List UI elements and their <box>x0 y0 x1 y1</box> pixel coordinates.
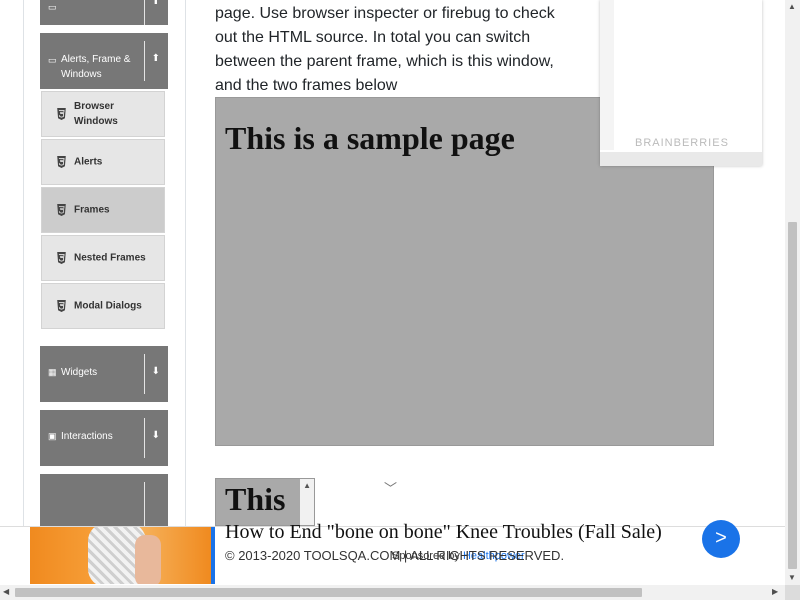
scroll-up-arrow-icon[interactable]: ▲ <box>788 2 796 11</box>
sidebar-group-partial[interactable] <box>40 474 168 526</box>
frame2-heading: This <box>225 481 286 517</box>
expand-arrow-icon: ⬇ <box>151 430 160 441</box>
ad-accent-bar <box>211 527 215 584</box>
sidebar-item-label: Nested Frames <box>74 252 146 264</box>
html5-icon <box>57 300 66 312</box>
html5-icon <box>57 156 66 168</box>
ad-brand-label: BRAINBERRIES <box>635 137 729 149</box>
vertical-scrollbar[interactable]: ▲ ▼ <box>785 0 800 585</box>
sidebar-group-widgets[interactable]: ▦ Widgets ⬇ <box>40 346 168 402</box>
group-separator <box>144 41 145 81</box>
vertical-scroll-thumb[interactable] <box>788 222 797 569</box>
brainberries-ad[interactable]: BRAINBERRIES <box>600 0 762 166</box>
group-label: Alerts, Frame & Windows <box>61 54 131 80</box>
iframe-frame2[interactable]: This ▲ <box>215 478 315 526</box>
group-separator <box>144 418 145 458</box>
sidebar-item-nested-frames[interactable]: Nested Frames <box>41 235 165 281</box>
ad-chevron-down-icon[interactable]: ﹀ <box>384 478 397 497</box>
sidebar-item-label: Modal Dialogs <box>74 300 142 312</box>
scroll-down-arrow-icon[interactable]: ▼ <box>788 573 796 582</box>
ad-bottom-bar <box>600 152 762 166</box>
horizontal-scrollbar[interactable]: ◀ ▶ <box>0 585 785 600</box>
ad-headline[interactable]: How to End "bone on bone" Knee Troubles … <box>225 521 662 544</box>
scroll-left-arrow-icon[interactable]: ◀ <box>3 587 9 596</box>
group-separator <box>144 0 145 25</box>
sidebar-item-frames[interactable]: Frames <box>41 187 165 233</box>
sidebar-item-label: Browser Windows <box>74 101 118 127</box>
square-icon: ▣ <box>48 431 57 441</box>
group-separator <box>144 354 145 394</box>
group-icon: ▭ <box>48 2 57 12</box>
scroll-right-arrow-icon[interactable]: ▶ <box>772 587 778 596</box>
window-icon: ▭ <box>48 55 57 65</box>
footer-copyright: © 2013-2020 TOOLSQA.COM | ALL RIGHTS RES… <box>225 548 565 563</box>
group-label: Widgets <box>61 367 98 378</box>
html5-icon <box>57 108 66 120</box>
sidebar-group-alerts-frame-windows[interactable]: ▭ Alerts, Frame & Windows ⬆ <box>40 33 168 89</box>
collapse-arrow-icon: ⬆ <box>151 53 160 64</box>
horizontal-scroll-thumb[interactable] <box>15 588 642 597</box>
frame1-heading: This is a sample page <box>225 120 515 156</box>
scrollbar-corner <box>785 585 800 600</box>
sidebar-item-modal-dialogs[interactable]: Modal Dialogs <box>41 283 165 329</box>
sidebar-item-browser-windows[interactable]: Browser Windows <box>41 91 165 137</box>
sidebar-item-label: Alerts <box>74 156 103 168</box>
html5-icon <box>57 252 66 264</box>
expand-arrow-icon: ⬇ <box>151 366 160 377</box>
grid-icon: ▦ <box>48 367 57 377</box>
ad-image-strip <box>600 0 614 150</box>
sidebar-item-label: Frames <box>74 204 110 216</box>
collapse-arrow-icon: ⬆ <box>151 0 160 7</box>
knee-sleeve-image[interactable] <box>30 527 211 584</box>
html5-icon <box>57 204 66 216</box>
sidebar-item-alerts[interactable]: Alerts <box>41 139 165 185</box>
group-separator <box>144 482 145 526</box>
leg-shape <box>135 535 161 584</box>
scroll-up-arrow-icon[interactable]: ▲ <box>303 481 311 490</box>
sidebar-group-interactions[interactable]: ▣ Interactions ⬇ <box>40 410 168 466</box>
group-label: Interactions <box>61 431 113 442</box>
left-sidebar: ▭ ⬆ ▭ Alerts, Frame & Windows ⬆ Browser … <box>23 0 186 526</box>
sidebar-group-header-collapsed-top[interactable]: ▭ ⬆ <box>40 0 168 25</box>
ad-go-button[interactable]: > <box>702 520 740 558</box>
intro-paragraph: page. Use browser inspecter or firebug t… <box>215 5 555 94</box>
